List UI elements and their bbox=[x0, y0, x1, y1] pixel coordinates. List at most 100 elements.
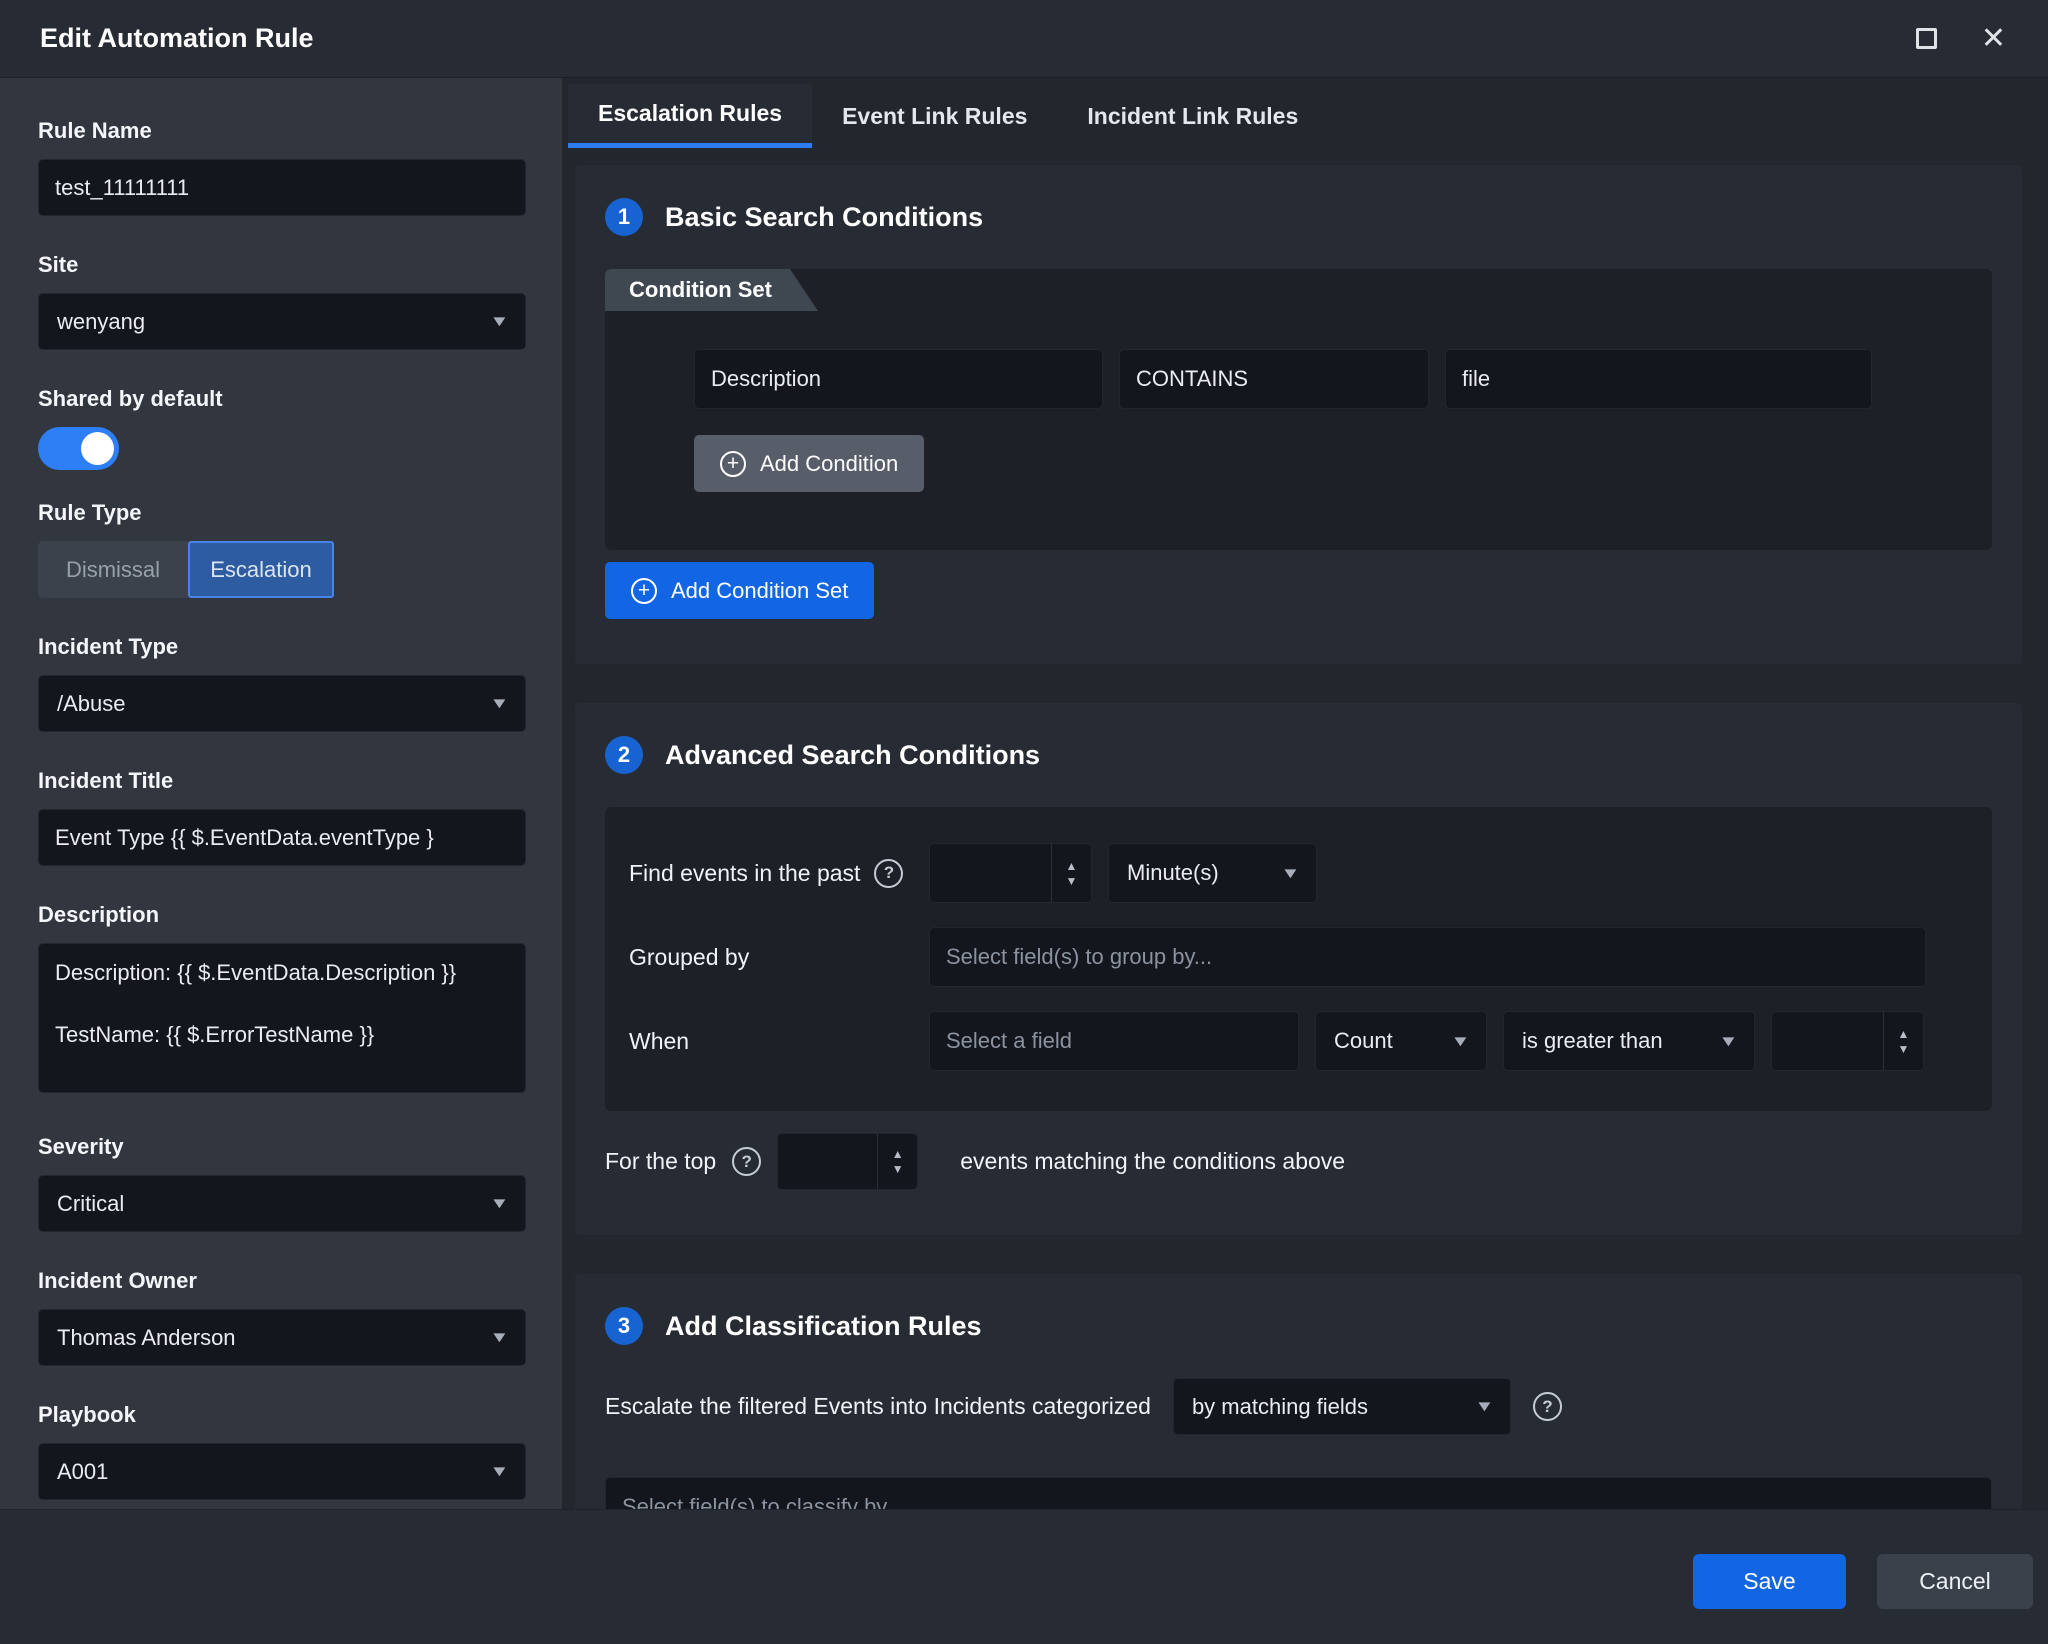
tab-escalation-rules[interactable]: Escalation Rules bbox=[568, 84, 812, 148]
main-panel: Escalation Rules Event Link Rules Incide… bbox=[562, 78, 2048, 1509]
for-top-suffix: events matching the conditions above bbox=[960, 1148, 1345, 1175]
time-unit-value: Minute(s) bbox=[1127, 860, 1219, 886]
footer-bar: Save Cancel bbox=[0, 1509, 2048, 1644]
playbook-select[interactable]: A001 ▼ bbox=[38, 1443, 526, 1500]
incident-owner-value: Thomas Anderson bbox=[57, 1325, 236, 1351]
rule-type-dismissal-button[interactable]: Dismissal bbox=[38, 541, 188, 598]
save-button[interactable]: Save bbox=[1693, 1554, 1846, 1609]
add-condition-button[interactable]: + Add Condition bbox=[694, 435, 924, 492]
time-value-stepper: ▲ ▼ bbox=[929, 843, 1092, 903]
classification-title: Add Classification Rules bbox=[665, 1311, 982, 1342]
chevron-down-icon: ▼ bbox=[490, 1329, 510, 1346]
number-stepper[interactable]: ▲ ▼ bbox=[1883, 1012, 1923, 1070]
rule-type-label: Rule Type bbox=[38, 500, 526, 526]
when-field-input[interactable] bbox=[929, 1011, 1299, 1071]
severity-field: Severity Critical ▼ bbox=[38, 1134, 526, 1232]
spin-down-icon[interactable]: ▼ bbox=[1066, 875, 1078, 887]
site-label: Site bbox=[38, 252, 526, 278]
rule-type-field: Rule Type Dismissal Escalation bbox=[38, 500, 526, 598]
add-condition-set-button[interactable]: + Add Condition Set bbox=[605, 562, 874, 619]
severity-value: Critical bbox=[57, 1191, 124, 1217]
classification-header: 3 Add Classification Rules bbox=[605, 1302, 1992, 1350]
grouped-by-input[interactable] bbox=[929, 927, 1926, 987]
help-icon[interactable]: ? bbox=[732, 1147, 761, 1176]
condition-field-input[interactable] bbox=[694, 349, 1103, 409]
rule-name-input[interactable] bbox=[38, 159, 526, 216]
incident-owner-field: Incident Owner Thomas Anderson ▼ bbox=[38, 1268, 526, 1366]
description-textarea[interactable] bbox=[38, 943, 526, 1093]
tab-bar: Escalation Rules Event Link Rules Incide… bbox=[568, 84, 2022, 148]
titlebar: Edit Automation Rule ✕ bbox=[0, 0, 2048, 78]
severity-label: Severity bbox=[38, 1134, 526, 1160]
categorize-mode-select[interactable]: by matching fields ▼ bbox=[1173, 1378, 1511, 1435]
basic-search-section: 1 Basic Search Conditions Condition Set … bbox=[575, 165, 2022, 664]
shared-field: Shared by default bbox=[38, 386, 526, 470]
edit-automation-rule-dialog: Edit Automation Rule ✕ Rule Name Site we… bbox=[0, 0, 2048, 1644]
incident-title-label: Incident Title bbox=[38, 768, 526, 794]
toggle-knob bbox=[81, 432, 114, 465]
help-icon[interactable]: ? bbox=[874, 859, 903, 888]
condition-row bbox=[694, 349, 1992, 409]
shared-toggle[interactable] bbox=[38, 427, 119, 470]
time-unit-select[interactable]: Minute(s) ▼ bbox=[1108, 843, 1317, 903]
step-2-badge: 2 bbox=[605, 736, 643, 774]
find-events-row: Find events in the past ? ▲ ▼ Minute(s) bbox=[629, 843, 1968, 903]
number-stepper[interactable]: ▲ ▼ bbox=[877, 1134, 917, 1189]
chevron-down-icon: ▼ bbox=[1474, 1398, 1494, 1415]
site-select[interactable]: wenyang ▼ bbox=[38, 293, 526, 350]
classification-section: 3 Add Classification Rules Escalate the … bbox=[575, 1274, 2022, 1509]
incident-title-field: Incident Title bbox=[38, 768, 526, 866]
add-condition-label: Add Condition bbox=[760, 451, 898, 477]
top-count-stepper: ▲ ▼ bbox=[777, 1133, 918, 1190]
incident-owner-select[interactable]: Thomas Anderson ▼ bbox=[38, 1309, 526, 1366]
spin-down-icon[interactable]: ▼ bbox=[1898, 1043, 1910, 1055]
dialog-title: Edit Automation Rule bbox=[40, 23, 1916, 54]
tab-event-link-rules[interactable]: Event Link Rules bbox=[812, 84, 1057, 148]
sidebar: Rule Name Site wenyang ▼ Shared by defau… bbox=[0, 78, 562, 1509]
tab-incident-link-rules[interactable]: Incident Link Rules bbox=[1057, 84, 1328, 148]
rule-type-escalation-button[interactable]: Escalation bbox=[188, 541, 334, 598]
close-icon[interactable]: ✕ bbox=[1981, 24, 2006, 54]
cancel-button[interactable]: Cancel bbox=[1877, 1554, 2033, 1609]
chevron-down-icon: ▼ bbox=[490, 695, 510, 712]
step-1-badge: 1 bbox=[605, 198, 643, 236]
site-field: Site wenyang ▼ bbox=[38, 252, 526, 350]
help-icon[interactable]: ? bbox=[1533, 1392, 1562, 1421]
grouped-by-label-group: Grouped by bbox=[629, 944, 929, 971]
chevron-down-icon: ▼ bbox=[1451, 1033, 1471, 1050]
spin-up-icon[interactable]: ▲ bbox=[892, 1148, 904, 1160]
severity-select[interactable]: Critical ▼ bbox=[38, 1175, 526, 1232]
classify-fields-input[interactable] bbox=[605, 1477, 1992, 1509]
spin-up-icon[interactable]: ▲ bbox=[1066, 860, 1078, 872]
spin-down-icon[interactable]: ▼ bbox=[892, 1163, 904, 1175]
description-label: Description bbox=[38, 902, 526, 928]
playbook-field: Playbook A001 ▼ bbox=[38, 1402, 526, 1500]
comparator-select[interactable]: is greater than ▼ bbox=[1503, 1011, 1755, 1071]
aggregation-select[interactable]: Count ▼ bbox=[1315, 1011, 1487, 1071]
when-row: When Count ▼ is greater than ▼ bbox=[629, 1011, 1968, 1071]
chevron-down-icon: ▼ bbox=[490, 1463, 510, 1480]
rule-type-segmented: Dismissal Escalation bbox=[38, 541, 526, 598]
window-controls: ✕ bbox=[1916, 24, 2006, 54]
shared-label: Shared by default bbox=[38, 386, 526, 412]
incident-type-select[interactable]: /Abuse ▼ bbox=[38, 675, 526, 732]
maximize-icon[interactable] bbox=[1916, 28, 1937, 49]
categorize-mode-value: by matching fields bbox=[1192, 1394, 1368, 1420]
condition-value-input[interactable] bbox=[1445, 349, 1872, 409]
advanced-search-panel: Find events in the past ? ▲ ▼ Minute(s) bbox=[605, 807, 1992, 1111]
condition-set-panel: Condition Set + Add Condition bbox=[605, 269, 1992, 550]
playbook-label: Playbook bbox=[38, 1402, 526, 1428]
number-stepper[interactable]: ▲ ▼ bbox=[1051, 844, 1091, 902]
spin-up-icon[interactable]: ▲ bbox=[1898, 1028, 1910, 1040]
incident-type-value: /Abuse bbox=[57, 691, 126, 717]
when-label-group: When bbox=[629, 1028, 929, 1055]
incident-owner-label: Incident Owner bbox=[38, 1268, 526, 1294]
comparator-value: is greater than bbox=[1522, 1028, 1663, 1054]
rule-name-field: Rule Name bbox=[38, 118, 526, 216]
escalate-text: Escalate the filtered Events into Incide… bbox=[605, 1393, 1151, 1420]
when-label: When bbox=[629, 1028, 689, 1055]
incident-title-input[interactable] bbox=[38, 809, 526, 866]
condition-operator-input[interactable] bbox=[1119, 349, 1429, 409]
chevron-down-icon: ▼ bbox=[490, 1195, 510, 1212]
description-field: Description bbox=[38, 902, 526, 1098]
